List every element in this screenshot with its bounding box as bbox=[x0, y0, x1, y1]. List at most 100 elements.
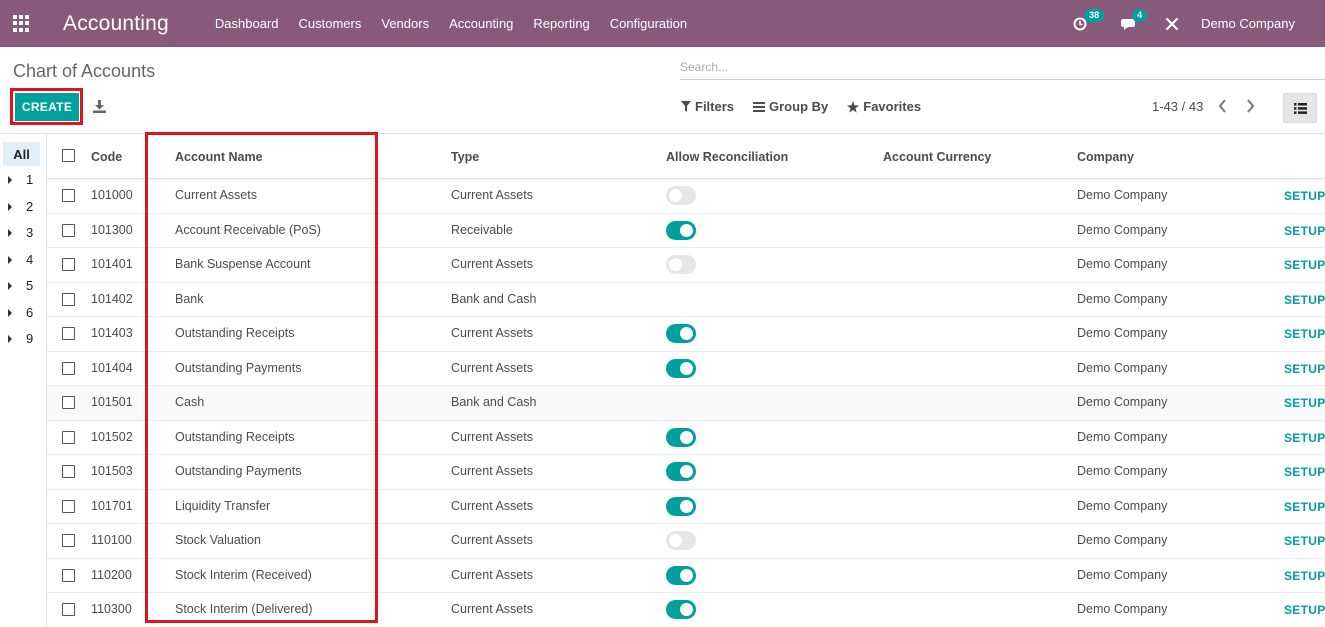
setup-button[interactable]: SETUP bbox=[1284, 189, 1325, 203]
side-panel-group-9[interactable]: 9 bbox=[8, 331, 33, 346]
setup-button[interactable]: SETUP bbox=[1284, 362, 1325, 376]
column-header-company[interactable]: Company bbox=[1077, 150, 1134, 164]
table-row[interactable]: 101501 Cash Bank and Cash Demo Company SETUP bbox=[47, 386, 1325, 421]
allow-reconciliation-toggle[interactable] bbox=[666, 565, 696, 585]
menu-customers[interactable]: Customers bbox=[299, 16, 362, 31]
row-checkbox[interactable] bbox=[62, 327, 75, 340]
table-row[interactable]: 101404 Outstanding Payments Current Assets… bbox=[47, 352, 1325, 386]
side-panel-group-1[interactable]: 1 bbox=[8, 172, 33, 187]
allow-reconciliation-toggle[interactable] bbox=[666, 600, 696, 619]
export-button[interactable] bbox=[93, 100, 106, 116]
column-header-account-name[interactable]: Account Name bbox=[175, 150, 263, 164]
setup-button[interactable]: SETUP bbox=[1284, 603, 1325, 617]
column-header-allow-reconciliation[interactable]: Allow Reconciliation bbox=[666, 150, 788, 164]
menu-dashboard[interactable]: Dashboard bbox=[215, 16, 279, 31]
setup-button[interactable]: SETUP bbox=[1284, 327, 1325, 341]
allow-reconciliation-toggle[interactable] bbox=[666, 255, 696, 274]
table-row[interactable]: 101701 Liquidity Transfer Current Assets De… bbox=[47, 490, 1325, 524]
table-row[interactable]: 101402 Bank Bank and Cash Demo Company SETUP bbox=[47, 283, 1325, 317]
setup-button[interactable]: SETUP bbox=[1284, 224, 1325, 238]
column-header-type[interactable]: Type bbox=[451, 150, 479, 164]
setup-button[interactable]: SETUP bbox=[1284, 534, 1325, 548]
side-panel-group-4[interactable]: 4 bbox=[8, 252, 33, 267]
select-all-checkbox[interactable] bbox=[62, 149, 75, 162]
column-header-account-currency[interactable]: Account Currency bbox=[883, 150, 991, 164]
row-checkbox[interactable] bbox=[62, 292, 75, 306]
allow-reconciliation-toggle[interactable] bbox=[666, 496, 696, 516]
setup-button[interactable]: SETUP bbox=[1284, 258, 1325, 272]
filter-icon bbox=[681, 101, 691, 112]
setup-button[interactable]: SETUP bbox=[1284, 293, 1325, 307]
activity-menu[interactable]: 38 bbox=[1073, 8, 1105, 31]
side-panel-group-6[interactable]: 6 bbox=[8, 305, 33, 320]
row-checkbox[interactable] bbox=[62, 396, 75, 409]
group-by-dropdown[interactable]: Group By bbox=[753, 99, 828, 114]
tools-menu[interactable] bbox=[1165, 17, 1179, 31]
side-panel-group-2[interactable]: 2 bbox=[8, 199, 33, 214]
apps-grid-icon[interactable] bbox=[13, 14, 31, 33]
row-checkbox[interactable] bbox=[62, 534, 75, 547]
table-row[interactable]: 101401 Bank Suspense Account Current Asset… bbox=[47, 248, 1325, 283]
list-view-button[interactable] bbox=[1283, 93, 1317, 123]
table-row[interactable]: 110300 Stock Interim (Delivered) Current A… bbox=[47, 593, 1325, 627]
table-header: Code Account Name Type Allow Reconciliat… bbox=[47, 134, 1325, 179]
company-switcher[interactable]: Demo Company bbox=[1201, 16, 1295, 31]
side-panel-group-3[interactable]: 3 bbox=[8, 225, 33, 240]
cell-company: Demo Company bbox=[1077, 395, 1168, 409]
allow-reconciliation-toggle[interactable] bbox=[666, 427, 696, 447]
app-title[interactable]: Accounting bbox=[63, 12, 169, 36]
row-checkbox[interactable] bbox=[62, 465, 75, 478]
table-row[interactable]: 101403 Outstanding Receipts Current Assets… bbox=[47, 317, 1325, 352]
cell-account-name: Account Receivable (PoS) bbox=[175, 222, 321, 237]
filters-label: Filters bbox=[695, 99, 735, 114]
side-panel-all[interactable]: All bbox=[3, 142, 40, 166]
favorites-dropdown[interactable]: Favorites bbox=[847, 99, 921, 114]
setup-button[interactable]: SETUP bbox=[1284, 431, 1325, 445]
setup-button[interactable]: SETUP bbox=[1284, 465, 1325, 479]
row-checkbox[interactable] bbox=[62, 430, 75, 444]
cell-code: 110200 bbox=[91, 567, 132, 582]
table-row[interactable]: 110100 Stock Valuation Current Assets Demo … bbox=[47, 524, 1325, 559]
cell-account-name: Stock Interim (Delivered) bbox=[175, 602, 313, 616]
pager-previous-button[interactable] bbox=[1218, 99, 1227, 116]
create-button[interactable]: CREATE bbox=[15, 93, 79, 121]
pager-next-button[interactable] bbox=[1246, 99, 1255, 116]
side-panel-group-5[interactable]: 5 bbox=[8, 278, 33, 293]
cell-company: Demo Company bbox=[1077, 326, 1168, 340]
pager-value[interactable]: 1-43 / 43 bbox=[1152, 99, 1203, 114]
messaging-menu[interactable]: 4 bbox=[1121, 8, 1148, 31]
table-row[interactable]: 101503 Outstanding Payments Current Assets… bbox=[47, 455, 1325, 490]
allow-reconciliation-toggle[interactable] bbox=[666, 531, 696, 550]
menu-vendors[interactable]: Vendors bbox=[381, 16, 429, 31]
allow-reconciliation-toggle[interactable] bbox=[666, 358, 696, 378]
cell-type: Current Assets bbox=[451, 326, 533, 340]
cell-code: 110100 bbox=[91, 533, 132, 547]
allow-reconciliation-toggle[interactable] bbox=[666, 324, 696, 343]
search-input[interactable] bbox=[680, 58, 1325, 74]
menu-configuration[interactable]: Configuration bbox=[610, 16, 687, 31]
row-checkbox[interactable] bbox=[62, 258, 75, 271]
cell-company: Demo Company bbox=[1077, 602, 1168, 616]
allow-reconciliation-toggle[interactable] bbox=[666, 220, 696, 240]
table-row[interactable]: 101300 Account Receivable (PoS) Receivable… bbox=[47, 214, 1325, 248]
table-row[interactable]: 101000 Current Assets Current Assets Demo C… bbox=[47, 179, 1325, 214]
row-checkbox[interactable] bbox=[62, 603, 75, 616]
setup-button[interactable]: SETUP bbox=[1284, 569, 1325, 583]
cell-code: 101503 bbox=[91, 464, 133, 478]
caret-right-icon bbox=[8, 255, 12, 264]
row-checkbox[interactable] bbox=[62, 361, 75, 375]
menu-accounting[interactable]: Accounting bbox=[449, 16, 513, 31]
setup-button[interactable]: SETUP bbox=[1284, 500, 1325, 514]
filters-dropdown[interactable]: Filters bbox=[681, 99, 734, 114]
menu-reporting[interactable]: Reporting bbox=[533, 16, 589, 31]
row-checkbox[interactable] bbox=[62, 499, 75, 513]
allow-reconciliation-toggle[interactable] bbox=[666, 462, 696, 481]
column-header-code[interactable]: Code bbox=[91, 150, 122, 164]
row-checkbox[interactable] bbox=[62, 568, 75, 582]
allow-reconciliation-toggle[interactable] bbox=[666, 186, 696, 205]
setup-button[interactable]: SETUP bbox=[1284, 396, 1325, 410]
table-row[interactable]: 110200 Stock Interim (Received) Current As… bbox=[47, 559, 1325, 593]
row-checkbox[interactable] bbox=[62, 189, 75, 202]
row-checkbox[interactable] bbox=[62, 223, 75, 237]
table-row[interactable]: 101502 Outstanding Receipts Current Assets… bbox=[47, 421, 1325, 455]
